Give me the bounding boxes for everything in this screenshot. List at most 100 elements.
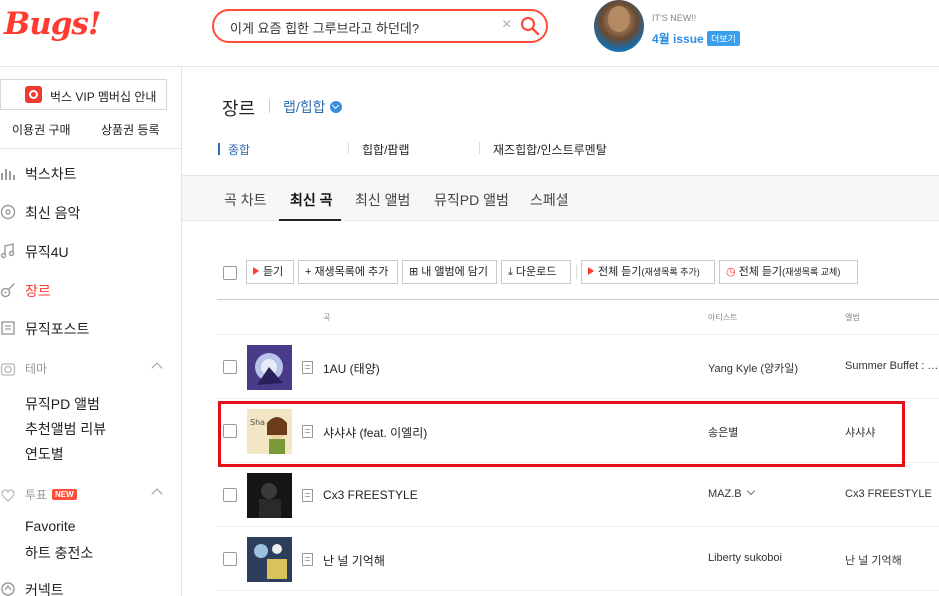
sidebar-item-latest[interactable]: 최신 음악	[0, 201, 182, 225]
promo-more-button[interactable]: 더보기	[707, 31, 740, 46]
song-title[interactable]: Cx3 FREESTYLE	[323, 488, 418, 502]
lyrics-icon[interactable]	[302, 553, 313, 566]
sidebar-subitem[interactable]: Favorite	[25, 518, 76, 534]
post-icon	[1, 321, 15, 335]
album-add-icon: ⊞	[409, 266, 419, 278]
sidebar-item-connect[interactable]: 커넥트	[0, 578, 182, 596]
search-input[interactable]: 이게 요즘 힙한 그루브라고 하던데?	[230, 18, 419, 37]
album-title[interactable]: Summer Buffet : …	[845, 360, 939, 372]
play-icon	[588, 267, 594, 275]
action-toolbar: 듣기 + 재생목록에 추가 ⊞ 내 앨범에 담기 ⤓ 다운로드 전체 듣기(재생목록 …	[217, 260, 937, 286]
table-header: 곡 아티스트 앨범	[217, 299, 939, 335]
button-label: 듣기	[263, 266, 284, 278]
row-checkbox[interactable]	[223, 488, 237, 502]
table-row[interactable]: Sha 샤샤샤 (feat. 이엘리) 송은별 샤샤샤	[217, 399, 939, 463]
sidebar-section-vote[interactable]: 투표 NEW	[0, 484, 182, 508]
search-box[interactable]: 이게 요즘 힙한 그루브라고 하던데? ×	[212, 9, 548, 43]
plus-icon: +	[305, 266, 312, 278]
sidebar-item-chart[interactable]: 벅스차트	[0, 162, 182, 186]
artist-name[interactable]: Yang Kyle (양카일)	[708, 360, 798, 376]
sidebar-item-label: 벅스차트	[25, 166, 77, 182]
lyrics-icon[interactable]	[302, 489, 313, 502]
replace-play-icon: ◷	[726, 266, 736, 278]
sidebar-section-label: 테마	[25, 362, 48, 376]
listen-button[interactable]: 듣기	[246, 260, 294, 284]
gift-register-link[interactable]: 상품권 등록	[101, 121, 160, 138]
lyrics-icon[interactable]	[302, 425, 313, 438]
chevron-up-icon[interactable]	[151, 362, 163, 374]
search-icon[interactable]	[520, 16, 540, 36]
chevron-up-icon[interactable]	[151, 488, 163, 500]
album-title[interactable]: Cx3 FREESTYLE	[845, 488, 939, 500]
artist-name[interactable]: 송은별	[708, 424, 738, 440]
subtab-jazzhiphop[interactable]: 재즈힙합/인스트루멘탈	[493, 141, 607, 158]
promo-image[interactable]	[594, 0, 644, 52]
sidebar-subitem[interactable]: 추천앨범 리뷰	[25, 419, 106, 439]
artist-label: MAZ.B	[708, 488, 742, 500]
album-art[interactable]	[247, 537, 292, 582]
connect-icon	[1, 582, 15, 596]
vip-membership-button[interactable]: 벅스 VIP 멤버십 안내	[0, 79, 167, 110]
sidebar-item-musicpost[interactable]: 뮤직포스트	[0, 317, 182, 341]
promo-tagline: IT'S NEW!!	[652, 13, 697, 23]
download-icon: ⤓	[508, 266, 513, 278]
song-title[interactable]: 1AU (태양)	[323, 360, 380, 377]
disc-icon	[0, 204, 16, 220]
chevron-down-icon[interactable]	[746, 486, 755, 496]
song-title[interactable]: 샤샤샤 (feat. 이엘리)	[323, 424, 427, 441]
album-title[interactable]: 샤샤샤	[845, 424, 939, 440]
genre-selector[interactable]: 랩/힙합	[283, 97, 326, 117]
sidebar-subitem[interactable]: 뮤직PD 앨범	[25, 394, 100, 414]
active-indicator	[218, 143, 220, 155]
buy-pass-link[interactable]: 이용권 구매	[12, 121, 71, 138]
sidebar-item-label: 뮤직포스트	[25, 321, 90, 337]
sidebar-section-theme[interactable]: 테마	[0, 358, 182, 382]
column-album: 앨범	[845, 313, 860, 322]
button-sublabel: (재생목록 교체)	[782, 267, 841, 277]
table-row[interactable]: 1AU (태양) Yang Kyle (양카일) Summer Buffet :…	[217, 335, 939, 399]
promo-issue-link[interactable]: 4월 issue	[652, 30, 704, 47]
sidebar-item-genre[interactable]: 장르	[0, 279, 182, 303]
add-to-my-album-button[interactable]: ⊞ 내 앨범에 담기	[402, 260, 497, 284]
tab-latest-albums[interactable]: 최신 앨범	[355, 190, 410, 210]
song-title[interactable]: 난 널 기억해	[323, 552, 385, 569]
main-content: 장르 랩/힙합 종합 힙합/팝랩 재즈힙합/인스트루멘탈 곡 차트 최신 곡 최…	[182, 67, 939, 596]
add-to-playlist-button[interactable]: + 재생목록에 추가	[298, 260, 398, 284]
row-checkbox[interactable]	[223, 360, 237, 374]
table-row[interactable]: Cx3 FREESTYLE MAZ.B Cx3 FREESTYLE	[217, 463, 939, 527]
listen-all-replace-button[interactable]: ◷ 전체 듣기(재생목록 교체)	[719, 260, 858, 284]
divider	[348, 142, 349, 154]
table-row[interactable]: 난 널 기억해 Liberty sukoboi 난 널 기억해	[217, 527, 939, 591]
select-all-checkbox[interactable]	[223, 266, 237, 280]
music-note-icon	[0, 243, 15, 259]
sidebar-item-label: 최신 음악	[25, 205, 81, 221]
album-title[interactable]: 난 널 기억해	[845, 552, 939, 568]
artist-name[interactable]: MAZ.B	[708, 486, 755, 500]
chevron-down-icon[interactable]	[330, 101, 342, 113]
tab-latest-songs[interactable]: 최신 곡	[290, 190, 333, 210]
tab-bar: 곡 차트 최신 곡 최신 앨범 뮤직PD 앨범 스페셜	[182, 175, 939, 221]
left-sidebar: 벅스 VIP 멤버십 안내 이용권 구매 상품권 등록 벅스차트 최신 음악 뮤…	[0, 67, 182, 596]
row-checkbox[interactable]	[223, 424, 237, 438]
sidebar-subitem[interactable]: 하트 충전소	[25, 543, 93, 563]
subtab-hiphop-poprap[interactable]: 힙합/팝랩	[362, 141, 410, 158]
listen-all-add-button[interactable]: 전체 듣기(재생목록 추가)	[581, 260, 715, 284]
download-button[interactable]: ⤓ 다운로드	[501, 260, 571, 284]
button-sublabel: (재생목록 추가)	[641, 267, 700, 277]
album-art[interactable]: Sha	[247, 409, 292, 454]
bugs-logo[interactable]: Bugs!	[4, 6, 101, 42]
row-checkbox[interactable]	[223, 552, 237, 566]
tab-musicpd-albums[interactable]: 뮤직PD 앨범	[434, 190, 509, 210]
album-art[interactable]	[247, 345, 292, 390]
artist-name[interactable]: Liberty sukoboi	[708, 552, 782, 564]
tab-special[interactable]: 스페셜	[530, 190, 569, 210]
sidebar-subitem[interactable]: 연도별	[25, 444, 64, 464]
button-label: 전체 듣기	[738, 266, 783, 278]
subtab-overall[interactable]: 종합	[228, 141, 250, 158]
lyrics-icon[interactable]	[302, 361, 313, 374]
tab-song-chart[interactable]: 곡 차트	[224, 190, 267, 210]
sidebar-item-music4u[interactable]: 뮤직4U	[0, 240, 182, 264]
column-song: 곡	[323, 313, 331, 322]
clear-icon[interactable]: ×	[502, 16, 511, 34]
album-art[interactable]	[247, 473, 292, 518]
